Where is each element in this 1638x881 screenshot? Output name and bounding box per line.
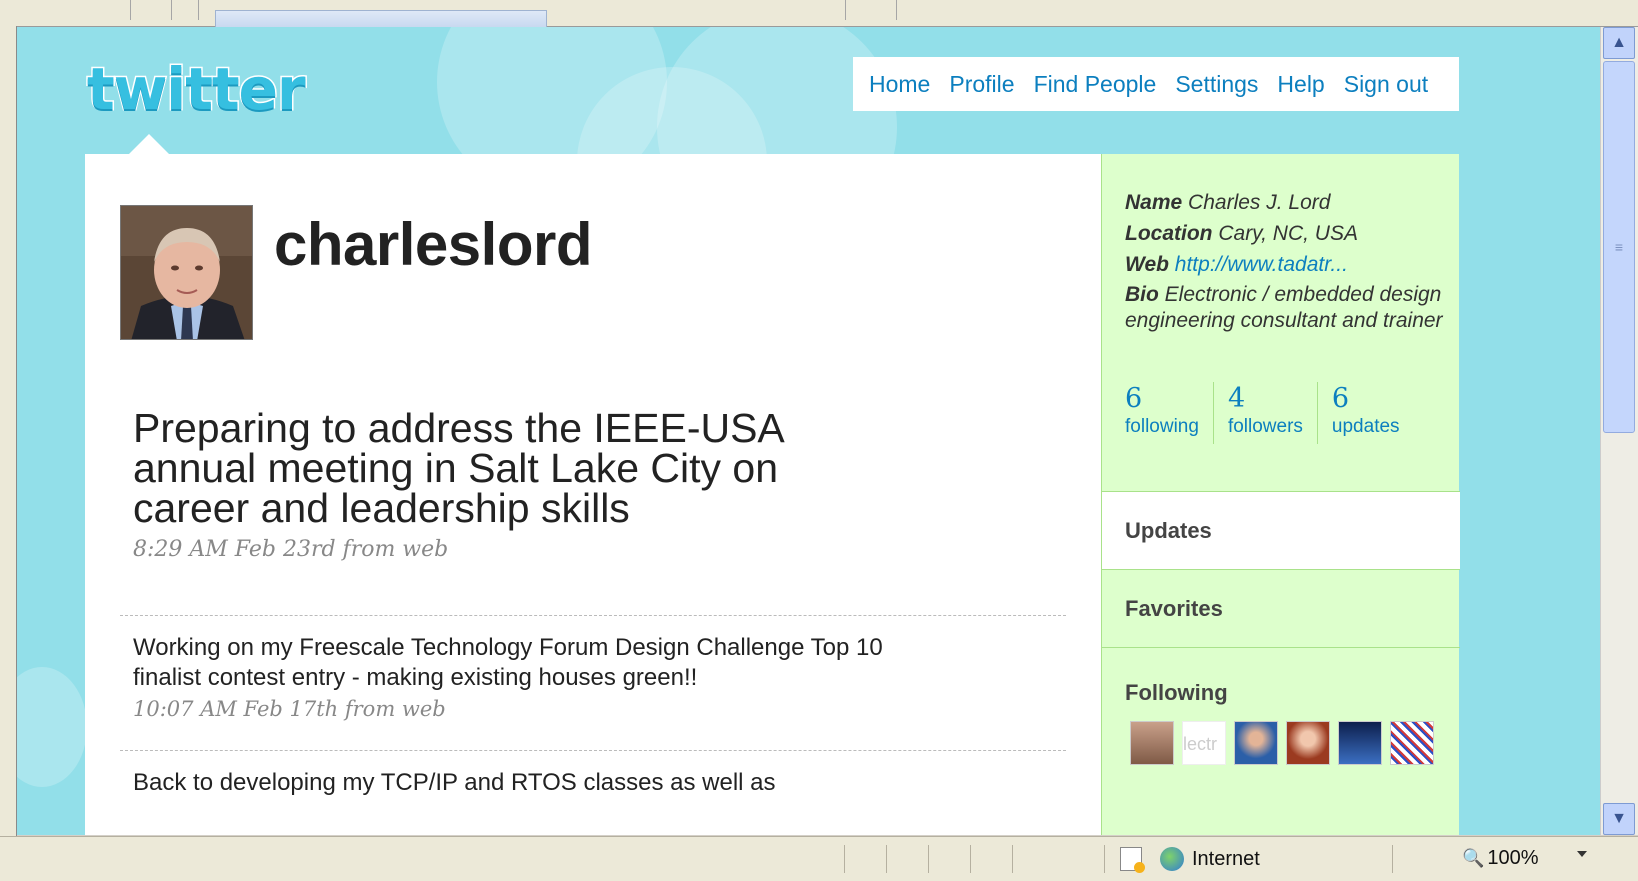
- security-zone[interactable]: Internet: [1160, 847, 1260, 871]
- name-label: Name: [1125, 191, 1183, 214]
- tweet-meta[interactable]: 10:07 AM Feb 17th from web: [133, 697, 893, 721]
- tweet-item: Working on my Freescale Technology Forum…: [133, 633, 893, 721]
- name-row: Name Charles J. Lord: [1125, 187, 1445, 218]
- magnifier-icon: 🔍: [1462, 848, 1485, 868]
- profile-info: Name Charles J. Lord Location Cary, NC, …: [1125, 187, 1445, 334]
- stats: 6 following 4 followers 6 updates: [1125, 382, 1428, 444]
- stat-number: 6: [1125, 383, 1143, 414]
- toolbar-segment: [520, 0, 846, 20]
- globe-icon: [1160, 847, 1184, 871]
- nav-sign-out-link[interactable]: Sign out: [1344, 71, 1428, 98]
- stat-number: 6: [1331, 383, 1350, 414]
- nav-help-link[interactable]: Help: [1277, 71, 1324, 98]
- nav-home-link[interactable]: Home: [869, 71, 930, 98]
- web-link[interactable]: http://www.tadatr...: [1175, 253, 1348, 276]
- chevron-down-icon[interactable]: [1577, 851, 1587, 857]
- status-separator: [970, 845, 971, 873]
- following-avatar[interactable]: [1390, 721, 1434, 765]
- profile-username: charleslord: [274, 211, 592, 278]
- toolbar-segment: [846, 0, 897, 20]
- location-label: Location: [1125, 222, 1213, 245]
- vertical-scrollbar[interactable]: ▲ ≡ ▼: [1600, 27, 1638, 835]
- status-separator: [844, 845, 845, 873]
- toolbar-segment: [0, 0, 131, 20]
- tweet-divider: [120, 750, 1066, 751]
- sidebar-favorites-tab[interactable]: Favorites: [1102, 569, 1460, 647]
- tweet-text: Working on my Freescale Technology Forum…: [133, 634, 883, 691]
- status-bar: Internet 🔍 100%: [0, 836, 1638, 881]
- background-bubble: [17, 667, 87, 787]
- pointer-caret: [129, 134, 169, 154]
- stat-following[interactable]: 6 following: [1125, 382, 1214, 444]
- stat-updates[interactable]: 6 updates: [1332, 382, 1414, 444]
- tweet-item: Back to developing my TCP/IP and RTOS cl…: [133, 768, 893, 798]
- following-avatar[interactable]: [1234, 721, 1278, 765]
- browser-tab[interactable]: [215, 10, 547, 27]
- page-viewport: twitter Home Profile Find People Setting…: [17, 27, 1600, 835]
- following-thumbnails: lectr: [1130, 721, 1434, 765]
- profile-sidebar: Name Charles J. Lord Location Cary, NC, …: [1101, 154, 1460, 835]
- following-avatar[interactable]: [1338, 721, 1382, 765]
- top-nav: Home Profile Find People Settings Help S…: [853, 57, 1459, 111]
- tweet-text: Back to developing my TCP/IP and RTOS cl…: [133, 769, 776, 796]
- status-separator: [928, 845, 929, 873]
- name-value: Charles J. Lord: [1188, 191, 1331, 214]
- main-content: charleslord Preparing to address the IEE…: [85, 134, 1101, 835]
- status-separator: [1392, 845, 1393, 873]
- tweet-meta[interactable]: 8:29 AM Feb 23rd from web: [133, 537, 893, 562]
- security-warning-icon[interactable]: [1120, 847, 1145, 873]
- nav-profile-link[interactable]: Profile: [949, 71, 1014, 98]
- toolbar-segment: [172, 0, 199, 20]
- scroll-up-button[interactable]: ▲: [1603, 27, 1635, 59]
- following-avatar[interactable]: [1130, 721, 1174, 765]
- bio-row: Bio Electronic / embedded design enginee…: [1125, 282, 1445, 334]
- twitter-logo[interactable]: twitter: [86, 54, 308, 125]
- bio-label: Bio: [1125, 283, 1159, 306]
- following-avatar[interactable]: lectr: [1182, 721, 1226, 765]
- avatar[interactable]: [120, 205, 253, 340]
- nav-find-people-link[interactable]: Find People: [1034, 71, 1157, 98]
- sidebar-updates-tab[interactable]: Updates: [1102, 491, 1460, 569]
- scroll-down-button[interactable]: ▼: [1603, 803, 1635, 835]
- following-avatar[interactable]: [1286, 721, 1330, 765]
- stat-label: updates: [1331, 416, 1400, 437]
- zone-label: Internet: [1192, 847, 1260, 870]
- browser-top-strip: [0, 0, 1638, 27]
- stat-number: 4: [1227, 383, 1246, 414]
- tweet-item: Preparing to address the IEEE-USA annual…: [133, 405, 893, 563]
- zoom-control[interactable]: 🔍 100%: [1462, 847, 1539, 870]
- location-value: Cary, NC, USA: [1218, 222, 1358, 245]
- tweet-divider: [120, 615, 1066, 616]
- nav-settings-link[interactable]: Settings: [1175, 71, 1258, 98]
- scrollbar-thumb[interactable]: ≡: [1603, 61, 1635, 433]
- toolbar-segment: [131, 0, 172, 20]
- location-row: Location Cary, NC, USA: [1125, 218, 1445, 249]
- bio-value: Electronic / embedded design engineering…: [1125, 283, 1443, 332]
- web-label: Web: [1125, 253, 1169, 276]
- zoom-level: 100%: [1487, 847, 1539, 869]
- tweet-text: Preparing to address the IEEE-USA annual…: [133, 405, 783, 531]
- browser-left-frame: [0, 26, 17, 836]
- web-row: Web http://www.tadatr...: [1125, 249, 1445, 280]
- stat-label: followers: [1227, 416, 1303, 437]
- status-separator: [886, 845, 887, 873]
- stat-label: following: [1125, 416, 1199, 437]
- status-separator: [1104, 845, 1105, 873]
- status-separator: [1012, 845, 1013, 873]
- stat-followers[interactable]: 4 followers: [1228, 382, 1318, 444]
